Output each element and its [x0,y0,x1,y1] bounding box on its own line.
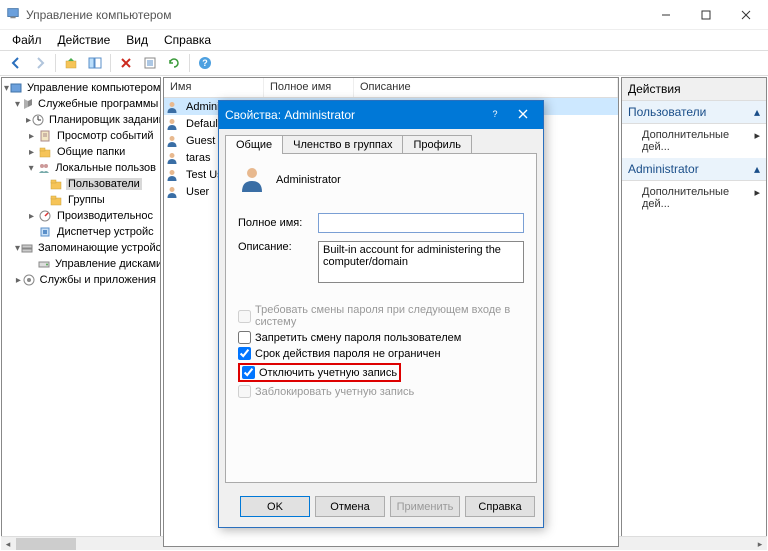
description-label: Описание: [238,241,318,253]
dialog-body: Administrator Полное имя: Описание: Треб… [225,153,537,483]
chk-account-locked [238,385,251,398]
menu-file[interactable]: Файл [4,31,50,49]
user-icon [164,168,180,182]
apply-button[interactable]: Применить [390,496,460,517]
tree-devmgr[interactable]: Диспетчер устройс [4,224,158,240]
fullname-label: Полное имя: [238,217,318,229]
tree-storage[interactable]: ▾Запоминающие устройст [4,240,158,256]
tree-scrollbar-h[interactable]: ◂▸ [1,536,161,547]
dialog-title: Свойства: Administrator [225,108,481,122]
window-title: Управление компьютером [24,8,646,22]
actions-section-users[interactable]: Пользователи▴ [622,101,766,124]
maximize-button[interactable] [686,1,726,29]
chk-never-expires-row[interactable]: Срок действия пароля не ограничен [238,347,524,360]
user-icon [238,164,266,195]
menubar: Файл Действие Вид Справка [0,30,768,50]
tree-sharedfolders[interactable]: ▸Общие папки [4,144,158,160]
nav-tree: ▾Управление компьютером (л ▾Служебные пр… [2,78,160,290]
app-icon [6,6,20,23]
show-hide-button[interactable] [84,52,106,74]
highlight-disable-account: Отключить учетную запись [238,363,401,382]
actions-section-admin[interactable]: Administrator▴ [622,158,766,181]
chk-cannot-change[interactable] [238,331,251,344]
up-button[interactable] [60,52,82,74]
tree-users[interactable]: Пользователи [4,176,158,192]
tree-perf[interactable]: ▸Производительнос [4,208,158,224]
fullname-input[interactable] [318,213,524,233]
tree-localusers[interactable]: ▾Локальные пользов [4,160,158,176]
collapse-icon: ▴ [754,162,760,176]
ok-button[interactable]: OK [240,496,310,517]
actions-more-users[interactable]: Дополнительные дей...▸ [622,124,766,158]
chevron-right-icon: ▸ [754,186,760,210]
chevron-right-icon: ▸ [754,129,760,153]
refresh-button[interactable] [163,52,185,74]
back-button[interactable] [5,52,27,74]
dialog-close-button[interactable] [509,108,537,122]
svg-text:?: ? [492,109,497,119]
chk-cannot-change-row[interactable]: Запретить смену пароля пользователем [238,331,524,344]
dialog-titlebar[interactable]: Свойства: Administrator ? [219,101,543,129]
menu-help[interactable]: Справка [156,31,219,49]
tree-eventviewer[interactable]: ▸Просмотр событий [4,128,158,144]
user-icon [164,151,180,165]
collapse-icon: ▴ [754,105,760,119]
actions-pane: Действия Пользователи▴ Дополнительные де… [621,77,767,547]
dialog-tabs: Общие Членство в группах Профиль [225,135,537,154]
dlg-help-button[interactable]: Справка [465,496,535,517]
tree-servprog[interactable]: ▾Служебные программы [4,96,158,112]
username-label: Administrator [276,174,341,186]
col-desc[interactable]: Описание [354,78,618,97]
delete-button[interactable] [115,52,137,74]
actions-more-admin[interactable]: Дополнительные дей...▸ [622,181,766,215]
dialog-help-button[interactable]: ? [481,108,509,122]
cancel-button[interactable]: Отмена [315,496,385,517]
actions-header: Действия [622,78,766,101]
svg-text:?: ? [202,58,208,68]
help-button[interactable]: ? [194,52,216,74]
tree-diskmgmt[interactable]: Управление дисками [4,256,158,272]
tab-general[interactable]: Общие [225,135,283,154]
forward-button[interactable] [29,52,51,74]
user-icon [164,100,180,114]
dialog-buttons: OK Отмена Применить Справка [219,490,543,527]
description-input[interactable] [318,241,524,283]
chk-must-change [238,310,251,323]
chk-account-disabled[interactable] [242,366,255,379]
user-icon [164,117,180,131]
tree-scheduler[interactable]: ▸Планировщик заданий [4,112,158,128]
window-titlebar: Управление компьютером [0,0,768,30]
chk-must-change-row: Требовать смены пароля при следующем вхо… [238,304,524,328]
tab-profile[interactable]: Профиль [402,135,472,154]
tab-memberof[interactable]: Членство в группах [282,135,403,154]
col-name[interactable]: Имя [164,78,264,97]
menu-view[interactable]: Вид [118,31,156,49]
tree-servapp[interactable]: ▸Службы и приложения [4,272,158,288]
chk-disabled-row[interactable]: Отключить учетную запись [242,366,397,379]
list-header: Имя Полное имя Описание [164,78,618,98]
chk-never-expires[interactable] [238,347,251,360]
properties-button[interactable] [139,52,161,74]
toolbar: ? [0,50,768,76]
tree-root[interactable]: ▾Управление компьютером (л [4,80,158,96]
user-icon [164,185,180,199]
tree-groups[interactable]: Группы [4,192,158,208]
minimize-button[interactable] [646,1,686,29]
menu-action[interactable]: Действие [50,31,119,49]
tree-pane: ▾Управление компьютером (л ▾Служебные пр… [1,77,161,547]
properties-dialog: Свойства: Administrator ? Общие Членство… [218,100,544,528]
user-icon [164,134,180,148]
col-fullname[interactable]: Полное имя [264,78,354,97]
close-button[interactable] [726,1,766,29]
chk-locked-row: Заблокировать учетную запись [238,385,524,398]
